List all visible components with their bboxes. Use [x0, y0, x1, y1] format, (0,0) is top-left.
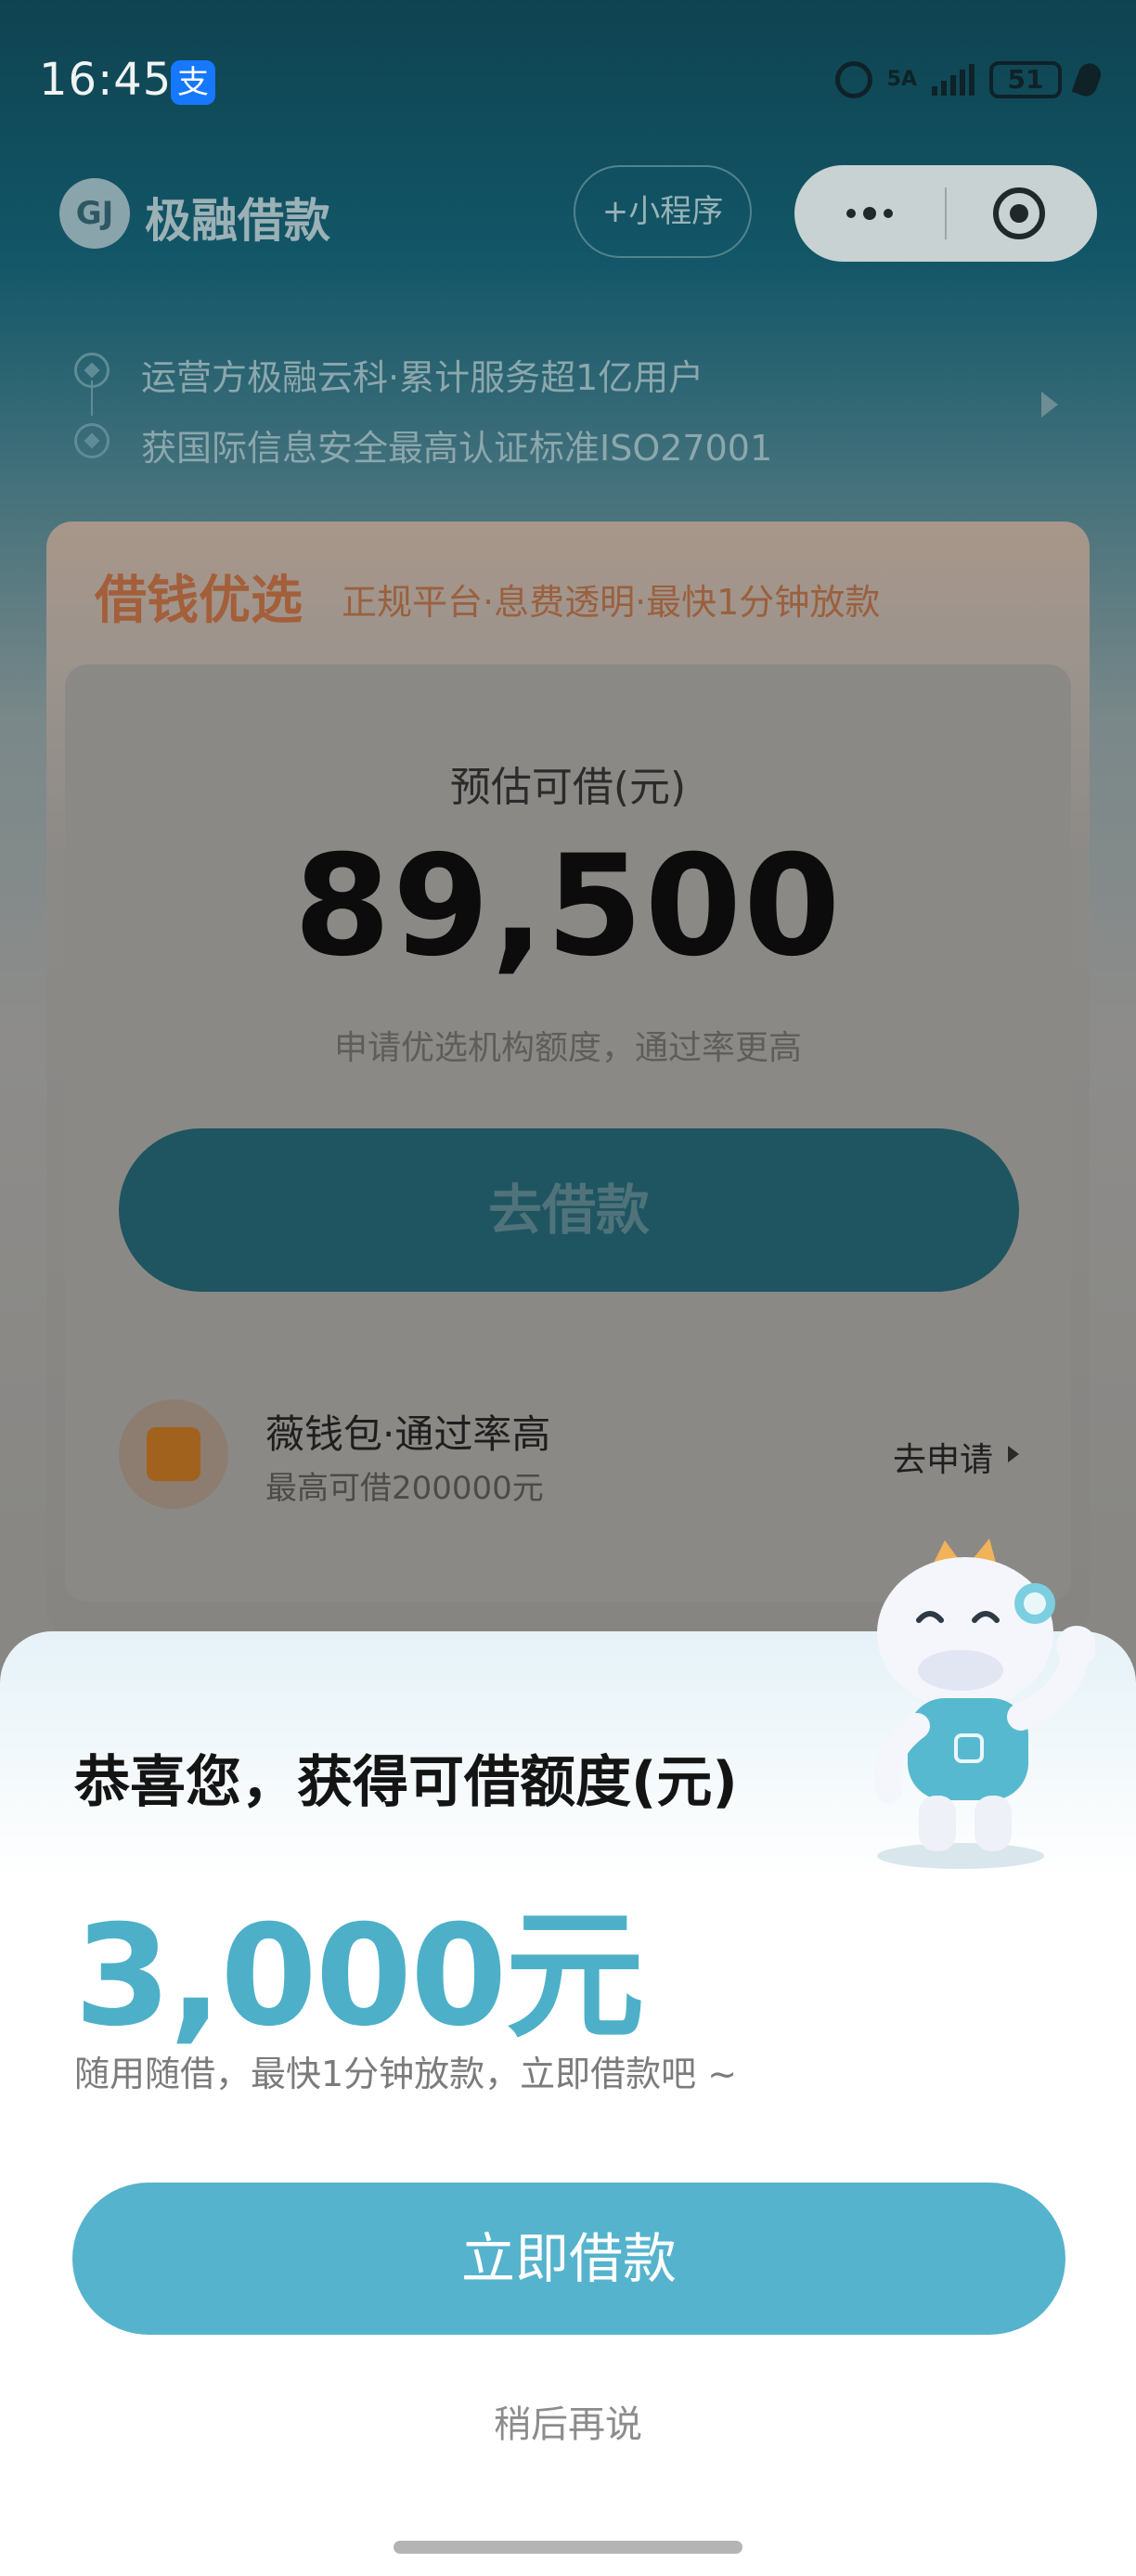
card-heading: 借钱优选	[95, 571, 303, 631]
network-type-label: 5A	[886, 68, 917, 91]
borrow-now-button[interactable]: 立即借款	[72, 2183, 1065, 2335]
app-title: 极融借款	[145, 194, 330, 248]
power-saving-icon	[1071, 59, 1104, 100]
alarm-icon	[834, 61, 872, 98]
status-bar: 16:45 支 5A 51	[0, 0, 1136, 139]
trust-info-line-2: 获国际信息安全最高认证标准ISO27001	[141, 428, 773, 469]
system-icons: 5A 51	[834, 59, 1104, 100]
product-name: 薇钱包·通过率高	[265, 1411, 551, 1457]
estimate-value: 89,500	[293, 826, 843, 987]
add-mini-program-button[interactable]: +小程序	[574, 165, 752, 258]
mini-program-capsule	[794, 165, 1097, 262]
home-indicator[interactable]	[394, 2541, 742, 2554]
status-time: 16:45	[39, 54, 173, 106]
more-menu-button[interactable]	[794, 165, 945, 262]
capsule-divider	[945, 187, 947, 239]
product-apply-link[interactable]: 去申请	[893, 1433, 993, 1481]
chevron-right-icon	[1041, 392, 1058, 418]
popup-title: 恭喜您，获得可借额度(元)	[74, 1750, 738, 1815]
timeline-connector	[91, 380, 93, 416]
battery-icon: 51	[989, 61, 1062, 98]
popup-description: 随用随借，最快1分钟放款，立即借款吧 ~	[74, 2054, 738, 2094]
chevron-right-icon	[1008, 1446, 1019, 1462]
more-dots-icon	[846, 209, 856, 218]
wallet-icon	[119, 1399, 228, 1509]
location-dot-icon	[74, 423, 110, 458]
signal-icon	[932, 64, 975, 96]
close-mini-program-icon[interactable]	[993, 187, 1045, 239]
trust-info-line-1: 运营方极融云科·累计服务超1亿用户	[141, 357, 704, 398]
cow-mascot-illustration	[874, 1539, 1095, 1869]
estimate-note: 申请优选机构额度，通过率更高	[333, 1029, 802, 1067]
nav-bar: GJ 极融借款 +小程序	[0, 158, 1136, 269]
card-subheading: 正规平台·息费透明·最快1分钟放款	[342, 582, 881, 623]
later-link[interactable]: 稍后再说	[0, 2394, 1136, 2448]
go-borrow-button[interactable]: 去借款	[119, 1128, 1019, 1292]
trust-info[interactable]: 运营方极融云科·累计服务超1亿用户 获国际信息安全最高认证标准ISO27001	[74, 343, 1077, 473]
estimate-label: 预估可借(元)	[449, 764, 687, 811]
alipay-icon: 支	[171, 60, 215, 105]
credit-amount: 3,000元	[74, 1896, 644, 2057]
app-logo: GJ	[59, 178, 130, 249]
product-limit: 最高可借200000元	[265, 1470, 544, 1507]
